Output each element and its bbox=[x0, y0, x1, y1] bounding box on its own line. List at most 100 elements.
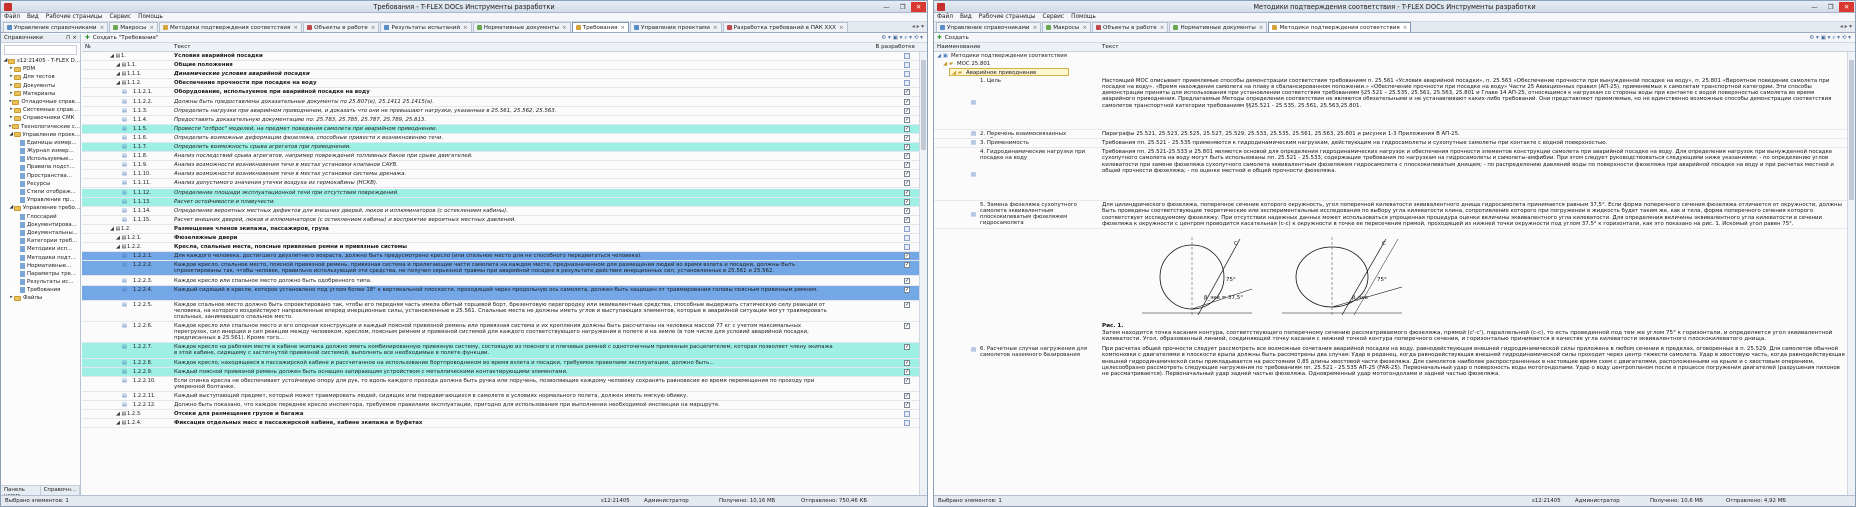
tree-item[interactable]: ▸ PDM bbox=[1, 65, 80, 73]
toolbar-tools-icon[interactable]: ⚙ ▾ ▣ ▾ ⌕ ▾ ⟲ ▾ bbox=[1809, 35, 1851, 42]
tab-close-icon[interactable]: × bbox=[463, 25, 468, 31]
close-button[interactable]: ✕ bbox=[1839, 2, 1854, 12]
tree-item[interactable]: ▸ Документы bbox=[1, 82, 80, 90]
tree-item[interactable]: ◢ Управление проек... bbox=[1, 131, 80, 139]
tree-item[interactable]: Используемые... bbox=[1, 155, 80, 163]
tab-6[interactable]: Требования × bbox=[571, 22, 630, 32]
in-development-checkbox[interactable] bbox=[904, 225, 910, 232]
tree-item[interactable]: Управление пр... bbox=[1, 196, 80, 204]
table-row[interactable]: ▤ 1.2.2.1. Для каждого человека, достигшег… bbox=[82, 252, 927, 262]
tree-item[interactable]: ▸ Файлы bbox=[1, 294, 80, 302]
table-row[interactable]: ▤ 5. Замена фюзеляжа сухопутного самолета… bbox=[934, 201, 1855, 230]
tree-item[interactable]: Нормативные... bbox=[1, 262, 80, 270]
in-development-checkbox[interactable]: ✓ bbox=[904, 377, 910, 384]
create-icon[interactable]: ✚ bbox=[937, 35, 942, 41]
table-row[interactable]: ▤ 1.1.2.2. Должны быть предоставлены доказ… bbox=[82, 98, 927, 107]
title-bar[interactable]: Требования - T-FLEX DOCs Инструменты раз… bbox=[1, 1, 927, 13]
column-number[interactable]: № bbox=[85, 43, 91, 52]
menu-help[interactable]: Помощь bbox=[1071, 14, 1096, 20]
tab-close-icon[interactable]: × bbox=[149, 25, 154, 31]
expand-icon[interactable]: ◢ ▤ bbox=[116, 235, 126, 241]
tree-item[interactable]: ▸ Системные справ... bbox=[1, 106, 80, 114]
create-requirement-button[interactable]: Создать "Требование" bbox=[93, 35, 159, 41]
expand-icon[interactable]: ◢ ▤ bbox=[116, 420, 126, 426]
table-row[interactable]: ◢ ▤ 1. Условия аварийной посадки bbox=[82, 52, 927, 62]
in-development-checkbox[interactable]: ✓ bbox=[904, 144, 910, 150]
in-development-checkbox[interactable]: ✓ bbox=[904, 368, 910, 375]
table-row[interactable]: ◢ ▤ 1.2.3. Отсеки для размещения грузов и … bbox=[82, 410, 927, 420]
tree-item[interactable]: Документальны... bbox=[1, 229, 80, 237]
table-row[interactable]: ▤ 1.2.2.5. Каждое спальное место должно бы… bbox=[82, 301, 927, 323]
table-row[interactable]: ▤ 4. Гидродинамические нагрузки при посад… bbox=[934, 148, 1855, 202]
tab-close-icon[interactable]: × bbox=[1403, 25, 1408, 31]
menu-workpages[interactable]: Рабочие страницы bbox=[46, 14, 103, 20]
tab-2[interactable]: Объекты в работе × bbox=[1092, 22, 1169, 32]
tree-item[interactable]: ▸ Технологические с... bbox=[1, 123, 80, 131]
table-row[interactable]: ▤ 1.1.4. Предоставить доказательную докуме… bbox=[82, 116, 927, 125]
menu-file[interactable]: Файл bbox=[937, 14, 953, 20]
column-state[interactable]: В разработке bbox=[876, 43, 916, 52]
create-button[interactable]: Создать bbox=[945, 35, 969, 41]
in-development-checkbox[interactable]: ✓ bbox=[904, 125, 910, 132]
tree-item[interactable]: Журнал измер... bbox=[1, 147, 80, 155]
in-development-checkbox[interactable] bbox=[904, 235, 910, 241]
in-development-checkbox[interactable] bbox=[904, 62, 910, 69]
tab-close-icon[interactable]: × bbox=[1259, 25, 1264, 31]
in-development-checkbox[interactable]: ✓ bbox=[904, 89, 910, 96]
in-development-checkbox[interactable]: ✓ bbox=[904, 180, 910, 187]
tab-close-icon[interactable]: × bbox=[620, 25, 625, 31]
menu-view[interactable]: Вид bbox=[27, 14, 39, 20]
tree-item[interactable]: Ресурсы bbox=[1, 180, 80, 188]
tab-scroll-icon[interactable]: ◂ ▸ ▾ bbox=[1837, 24, 1855, 30]
in-development-checkbox[interactable]: ✓ bbox=[904, 171, 910, 178]
in-development-checkbox[interactable]: ✓ bbox=[904, 301, 910, 308]
minimize-button[interactable]: — bbox=[1807, 2, 1822, 12]
menu-view[interactable]: Вид bbox=[960, 14, 972, 20]
table-row[interactable]: ▤ 1.1.7. Определить возможность срыва агре… bbox=[82, 143, 927, 153]
minimize-button[interactable]: — bbox=[879, 2, 894, 12]
menu-file[interactable]: Файл bbox=[4, 14, 20, 20]
tab-close-icon[interactable]: × bbox=[1160, 25, 1165, 31]
tree-item[interactable]: Правила подст... bbox=[1, 163, 80, 171]
table-row[interactable]: 6. Расчетные случаи нагружения для самол… bbox=[934, 345, 1855, 430]
in-development-checkbox[interactable]: ✓ bbox=[904, 286, 910, 293]
tab-4[interactable]: Результаты испытаний × bbox=[380, 22, 472, 32]
tree-item[interactable]: Категории треб... bbox=[1, 237, 80, 245]
scrollbar-thumb[interactable] bbox=[1849, 60, 1854, 200]
in-development-checkbox[interactable]: ✓ bbox=[904, 189, 910, 196]
tree-item[interactable]: ▸ Для тестов bbox=[1, 73, 80, 81]
in-development-checkbox[interactable]: ✓ bbox=[904, 253, 910, 260]
tree-item[interactable]: ◢ ▰ МОС 25.801 bbox=[934, 60, 1855, 68]
tree-item[interactable]: Документирова... bbox=[1, 221, 80, 229]
tab-1[interactable]: Макросы × bbox=[1042, 22, 1092, 32]
table-row[interactable]: ◢ ▤ 1.2.2. Кресла, спальные места, поясные… bbox=[82, 243, 927, 253]
table-row[interactable]: ▤ 1.1.8. Анализ последствий срыва агрегато… bbox=[82, 152, 927, 162]
tab-close-icon[interactable]: × bbox=[713, 25, 718, 31]
table-row[interactable]: ◢ ▤ 1.1.1. Динамические условия аварийной … bbox=[82, 70, 927, 80]
tab-navigation-panel[interactable]: Панель навиг... bbox=[1, 486, 41, 499]
tab-3[interactable]: Объекты в работе × bbox=[303, 22, 380, 32]
in-development-checkbox[interactable] bbox=[904, 420, 910, 427]
in-development-checkbox[interactable]: ✓ bbox=[904, 153, 910, 160]
tree-item[interactable]: Методики исп... bbox=[1, 245, 80, 253]
table-row[interactable]: ▤ 1.1.12. Определение площади эксплуатацио… bbox=[82, 188, 927, 198]
tree-item[interactable]: ◢ s12:21405 - T-FLEX D... bbox=[1, 57, 80, 65]
in-development-checkbox[interactable]: ✓ bbox=[904, 359, 910, 366]
tree-item[interactable]: ◢ Управление требо... bbox=[1, 204, 80, 212]
in-development-checkbox[interactable]: ✓ bbox=[904, 277, 910, 284]
table-row[interactable]: ▤ 1.2.2.3. Каждое кресло или спальное мест… bbox=[82, 277, 927, 286]
panel-pin-icon[interactable]: ⊓ × bbox=[66, 35, 77, 41]
table-row[interactable]: ▤ 1.2.2.2. Каждое кресло, спальное место, … bbox=[82, 261, 927, 277]
tab-4[interactable]: Методики подтверждения соответствия × bbox=[1268, 22, 1412, 32]
table-row[interactable]: ◢ ▤ 1.2.1. Фюзеляжные двери bbox=[82, 234, 927, 244]
in-development-checkbox[interactable]: ✓ bbox=[904, 207, 910, 214]
tree-item[interactable]: Параметры тре... bbox=[1, 270, 80, 278]
table-row[interactable]: ◢ ▤ 1.2. Размещение членов экипажа, пассаж… bbox=[82, 225, 927, 234]
sidebar-search-input[interactable] bbox=[4, 45, 77, 55]
tab-0[interactable]: Управление справочниками × bbox=[3, 22, 109, 32]
tab-8[interactable]: Разработка требований в ПАК XXX × bbox=[722, 22, 848, 32]
scrollbar-thumb[interactable] bbox=[921, 60, 926, 150]
expand-icon[interactable]: ◢ ▤ bbox=[116, 80, 126, 86]
column-text[interactable]: Текст bbox=[174, 43, 191, 52]
table-row[interactable]: ▤ 1. Цель Настоящий МОС описывает приемлем… bbox=[934, 77, 1855, 130]
